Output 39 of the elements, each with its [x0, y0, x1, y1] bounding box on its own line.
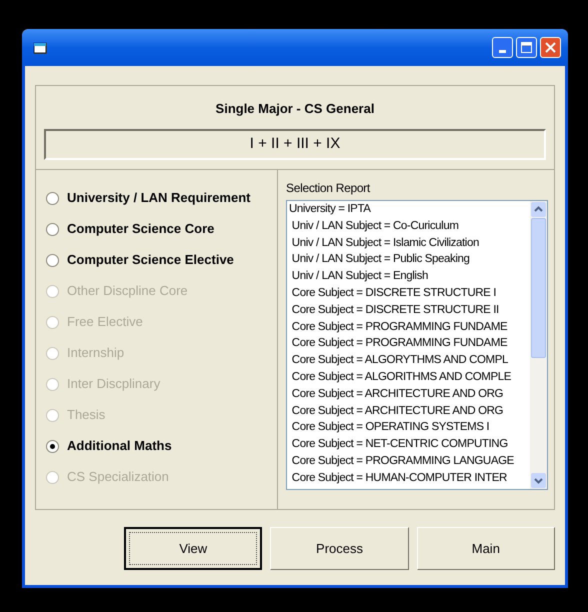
scroll-down-icon[interactable] [531, 473, 546, 488]
minimize-icon [499, 50, 506, 53]
report-line: Core Subject = ARCHITECTURE AND ORG [290, 386, 504, 402]
report-line: Core Subject = HUMAN-COMPUTER INTER [290, 470, 508, 486]
formula-display: I + II + III + IX [44, 128, 546, 160]
report-line: Core Subject = PROGRAMMING FUNDAME [290, 336, 508, 352]
report-line: University = IPTA [289, 202, 372, 217]
radio-option[interactable]: Computer Science Core [46, 219, 277, 239]
report-line: Core Subject = PROGRAMMING FUNDAME [290, 320, 508, 335]
program-title: Single Major - CS General [216, 100, 374, 118]
radio-option[interactable]: University / LAN Requirement [46, 188, 277, 208]
scrollbar[interactable] [530, 201, 547, 489]
dialog-button[interactable]: Main [416, 527, 556, 570]
report-line: Core Subject = DISCRETE STRUCTURE I [290, 286, 498, 301]
minimize-button[interactable] [492, 37, 513, 58]
scroll-thumb[interactable] [531, 218, 546, 358]
close-icon [545, 42, 556, 53]
report-line: Core Subject = ALGORYTHMS AND COMPL [290, 353, 509, 368]
report-line: Core Subject = NET-CENTRIC COMPUTING [290, 437, 509, 452]
maximize-button[interactable] [516, 37, 537, 58]
scroll-up-icon[interactable] [531, 202, 546, 217]
report-line: Core Subject = OPERATING SYSTEMS I [290, 420, 490, 436]
radio-option[interactable]: Computer Science Elective [46, 250, 277, 270]
app-icon [33, 42, 47, 54]
report-line: Core Subject = ARCHITECTURE AND ORG [290, 404, 504, 419]
report-line: Core Subject = ALGORITHMS AND COMPLE [290, 370, 512, 385]
report-line: Core Subject = PROGRAMMING LANGUAGE [290, 454, 515, 469]
report-line: Univ / LAN Subject = Co-Curiculum [290, 218, 460, 234]
report-line: Univ / LAN Subject = Islamic Civilization [290, 236, 480, 251]
maximize-icon [521, 42, 532, 53]
report-line: Univ / LAN Subject = English [290, 269, 429, 284]
report-line: Core Subject = DISCRETE STRUCTURE II [290, 302, 500, 318]
report-list[interactable] [286, 200, 548, 490]
radio-option[interactable]: Additional Maths [46, 436, 277, 456]
dialog-button[interactable]: View [124, 527, 262, 570]
close-button[interactable] [540, 37, 561, 58]
dialog-button[interactable]: Process [270, 527, 409, 570]
report-label: Selection Report [286, 180, 372, 197]
report-line: Univ / LAN Subject = Public Speaking [290, 252, 470, 268]
